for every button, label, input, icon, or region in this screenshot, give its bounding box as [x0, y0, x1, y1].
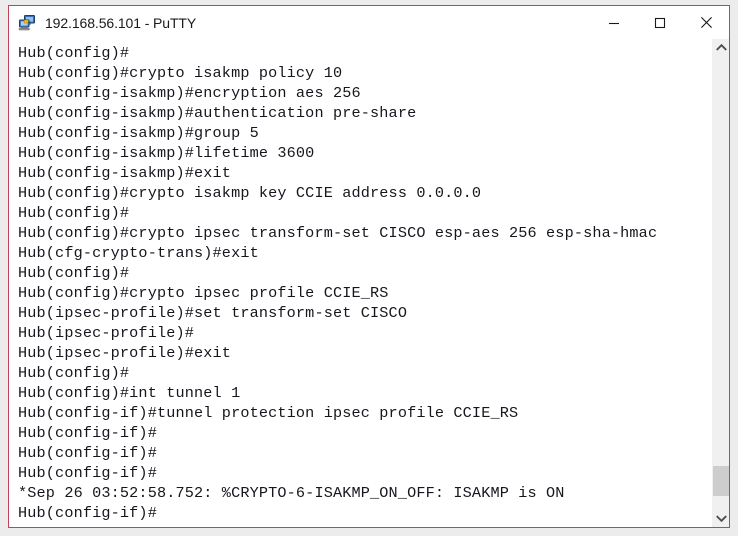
terminal-line: *Sep 26 03:52:58.752: %CRYPTO-6-ISAKMP_O… — [18, 484, 565, 502]
terminal-line: Hub(config-if)# — [18, 444, 157, 462]
terminal-line: Hub(config)#crypto ipsec profile CCIE_RS — [18, 284, 389, 302]
minimize-button[interactable] — [591, 6, 637, 39]
terminal-line: Hub(config)#crypto ipsec transform-set C… — [18, 224, 658, 242]
scrollbar-down-button[interactable] — [713, 510, 729, 527]
terminal-line: Hub(config)#crypto isakmp key CCIE addre… — [18, 184, 482, 202]
terminal-area: Hub(config)# Hub(config)#crypto isakmp po… — [9, 39, 729, 527]
chevron-down-icon — [716, 510, 727, 528]
chevron-up-icon — [716, 39, 727, 57]
terminal-line: Hub(ipsec-profile)# — [18, 324, 195, 342]
scrollbar-track[interactable] — [713, 56, 729, 510]
title-bar[interactable]: 192.168.56.101 - PuTTY — [9, 6, 729, 39]
maximize-button[interactable] — [637, 6, 683, 39]
terminal-line: Hub(config)# — [18, 264, 130, 282]
scrollbar-up-button[interactable] — [713, 39, 729, 56]
maximize-icon — [654, 17, 666, 29]
window-title: 192.168.56.101 - PuTTY — [45, 14, 197, 31]
terminal-line: Hub(config-if)# — [18, 424, 157, 442]
close-button[interactable] — [683, 6, 729, 39]
vertical-scrollbar[interactable] — [712, 39, 729, 527]
scrollbar-thumb[interactable] — [713, 466, 729, 496]
terminal-line: Hub(config-if)# — [18, 504, 157, 522]
putty-window: 192.168.56.101 - PuTTY Hub(config)# Hub(… — [8, 5, 730, 528]
terminal-line: Hub(config)# — [18, 44, 130, 62]
terminal-line: Hub(config)#int tunnel 1 — [18, 384, 241, 402]
window-controls — [591, 6, 729, 39]
terminal-line: Hub(config-isakmp)#group 5 — [18, 124, 259, 142]
terminal-line: Hub(config-if)#tunnel protection ipsec p… — [18, 404, 519, 422]
terminal-line: Hub(cfg-crypto-trans)#exit — [18, 244, 259, 262]
terminal-line: Hub(config)# — [18, 364, 130, 382]
terminal-line: Hub(config)#crypto isakmp policy 10 — [18, 64, 343, 82]
terminal-line: Hub(ipsec-profile)#set transform-set CIS… — [18, 304, 408, 322]
terminal-output[interactable]: Hub(config)# Hub(config)#crypto isakmp po… — [9, 39, 712, 527]
terminal-line: Hub(config-isakmp)#encryption aes 256 — [18, 84, 361, 102]
terminal-line: Hub(config-isakmp)#exit — [18, 164, 232, 182]
terminal-line: Hub(config)# — [18, 204, 130, 222]
close-icon — [700, 16, 713, 29]
terminal-line: Hub(ipsec-profile)#exit — [18, 344, 232, 362]
terminal-line: Hub(config-if)# — [18, 464, 157, 482]
terminal-line: Hub(config-isakmp)#lifetime 3600 — [18, 144, 315, 162]
terminal-line: Hub(config-isakmp)#authentication pre-sh… — [18, 104, 417, 122]
putty-computer-icon — [18, 14, 36, 32]
minimize-icon — [608, 17, 620, 29]
